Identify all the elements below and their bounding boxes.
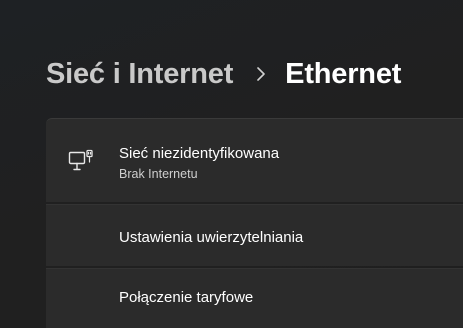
metered-connection-row[interactable]: Połączenie taryfowe — [46, 268, 463, 328]
breadcrumb-parent-link[interactable]: Sieć i Internet — [46, 58, 233, 91]
network-status-card[interactable]: Sieć niezidentyfikowana Brak Internetu — [46, 118, 463, 202]
network-name: Sieć niezidentyfikowana — [119, 145, 280, 162]
network-status: Brak Internetu — [119, 167, 198, 181]
authentication-settings-label: Ustawienia uwierzytelniania — [119, 229, 304, 246]
metered-connection-label: Połączenie taryfowe — [119, 289, 254, 306]
chevron-right-icon — [254, 67, 268, 81]
authentication-settings-row[interactable]: Ustawienia uwierzytelniania — [46, 204, 463, 266]
wired-network-icon — [68, 149, 94, 175]
breadcrumb: Sieć i Internet Ethernet — [46, 52, 401, 96]
page-title: Ethernet — [285, 57, 402, 90]
